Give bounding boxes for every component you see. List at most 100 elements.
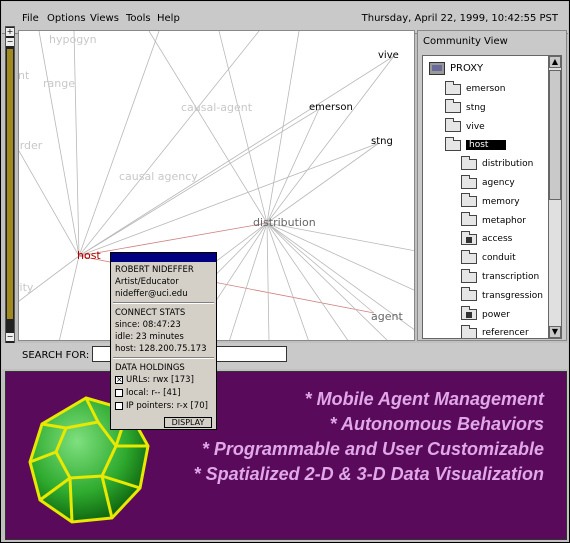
node-emerson[interactable]: emerson (309, 102, 353, 113)
holding-label: IP pointers: r-x [70] (126, 401, 208, 411)
graph-link (266, 222, 414, 291)
scroll-down-arrow-icon[interactable]: ▼ (549, 326, 561, 338)
zoom-out-button[interactable]: − (6, 38, 14, 46)
tree-item-label: emerson (466, 84, 506, 94)
graph-link (38, 31, 80, 257)
folder-icon (461, 287, 477, 302)
graph-link (266, 222, 270, 340)
display-button[interactable]: DISPLAY (164, 417, 212, 428)
tree-item-agency[interactable]: agency (461, 174, 515, 191)
checkbox-icon[interactable] (115, 388, 123, 397)
tree-item-host[interactable]: host (445, 136, 507, 153)
community-view-panel: Community View PROXY emerson stng vive host… (417, 30, 567, 341)
application-window: File Options Views Tools Help Thursday, … (0, 0, 570, 543)
feature-banner: * Mobile Agent Management * Autonomous B… (5, 371, 567, 540)
graph-link (78, 55, 395, 257)
folder-icon (445, 80, 461, 95)
scroll-thumb[interactable] (549, 70, 561, 200)
tree-item-access[interactable]: access (461, 230, 512, 247)
graph-link (78, 31, 160, 257)
tree-item-emerson[interactable]: emerson (445, 80, 506, 97)
node-agent[interactable]: agent (371, 310, 403, 323)
graph-link (78, 108, 320, 257)
search-label: SEARCH FOR: (22, 350, 90, 361)
feature-line: * Spatialized 2-D & 3-D Data Visualizati… (193, 464, 544, 484)
user-info-popup[interactable]: ROBERT NIDEFFER Artist/Educator nideffer… (110, 252, 217, 430)
zoom-reset-button[interactable]: − (6, 333, 14, 341)
holding-urls[interactable]: × URLs: rwx [173] (115, 375, 194, 385)
scroll-up-arrow-icon[interactable]: ▲ (549, 56, 561, 68)
user-role: Artist/Educator (115, 277, 179, 287)
graph-link (266, 222, 388, 340)
folder-icon (461, 155, 477, 170)
tree-item-label: agency (482, 178, 515, 188)
feature-line: * Autonomous Behaviors (329, 414, 544, 434)
checkbox-icon[interactable] (115, 401, 123, 410)
tree-item-conduit[interactable]: conduit (461, 249, 516, 266)
menu-tools[interactable]: Tools (126, 13, 151, 24)
holding-ip-pointers[interactable]: IP pointers: r-x [70] (115, 401, 208, 411)
graph-links (19, 31, 414, 340)
tree-item-stng[interactable]: stng (445, 99, 486, 116)
folder-icon (445, 118, 461, 133)
menu-options[interactable]: Options (47, 13, 86, 24)
tree-item-distribution[interactable]: distribution (461, 155, 534, 172)
tree-scrollbar[interactable]: ▲ ▼ (548, 55, 562, 339)
folder-icon (461, 212, 477, 227)
folder-icon (461, 249, 477, 264)
computer-icon (429, 61, 445, 75)
zoom-slider-track[interactable] (7, 49, 13, 319)
locked-folder-icon (461, 230, 477, 245)
tree-item-referencer[interactable]: referencer (461, 324, 529, 339)
connect-idle: idle: 23 minutes (115, 332, 184, 342)
tree-item-transcription[interactable]: transcription (461, 268, 540, 285)
search-bar: SEARCH FOR: (2, 343, 568, 369)
menu-views[interactable]: Views (90, 13, 119, 24)
tree-item-vive[interactable]: vive (445, 118, 485, 135)
popup-titlebar[interactable] (111, 253, 216, 262)
data-holdings-title: DATA HOLDINGS (115, 363, 185, 373)
tree-item-label: memory (482, 196, 520, 207)
folder-icon (461, 268, 477, 283)
holding-local[interactable]: local: r-- [41] (115, 388, 181, 398)
tree-item-memory[interactable]: memory (461, 193, 520, 210)
feature-line: * Programmable and User Customizable (201, 439, 544, 459)
zoom-in-button[interactable]: + (6, 28, 14, 36)
zoom-slider[interactable]: + − − (5, 26, 15, 344)
holding-label: local: r-- [41] (126, 388, 181, 398)
tree-root-label: PROXY (450, 62, 484, 74)
tree-root-proxy[interactable]: PROXY (429, 60, 483, 76)
tree-item-label: stng (466, 102, 486, 113)
connect-since: since: 08:47:23 (115, 320, 181, 330)
community-tree[interactable]: PROXY emerson stng vive host distribution age… (422, 55, 551, 339)
node-stng[interactable]: stng (371, 136, 393, 147)
menu-help[interactable]: Help (157, 13, 180, 24)
folder-icon (461, 193, 477, 208)
feature-line: * Mobile Agent Management (304, 389, 544, 409)
graph-link (229, 222, 268, 340)
tree-item-label: distribution (482, 159, 534, 170)
holding-label: URLs: rwx [173] (126, 375, 194, 385)
tree-item-metaphor[interactable]: metaphor (461, 212, 526, 229)
folder-icon (461, 174, 477, 189)
tree-item-label: conduit (482, 253, 516, 264)
connect-stats-title: CONNECT STATS (115, 308, 186, 318)
connect-host: host: 128.200.75.173 (115, 344, 207, 354)
graph-link (266, 142, 380, 224)
graph-link (266, 31, 300, 224)
datetime-display: Thursday, April 22, 1999, 10:42:55 PST (361, 13, 558, 24)
node-distribution[interactable]: distribution (253, 216, 316, 229)
checkbox-checked-icon[interactable]: × (115, 375, 123, 384)
tree-item-label: transcription (482, 272, 540, 282)
menu-file[interactable]: File (22, 13, 39, 24)
ghost-node: range (43, 77, 75, 90)
graph-link (148, 31, 268, 224)
ghost-node: causal agency (119, 170, 198, 183)
node-host[interactable]: host (77, 249, 101, 262)
tree-item-label: transgression (482, 290, 543, 301)
tree-item-transgression[interactable]: transgression (461, 287, 543, 304)
node-vive[interactable]: vive (378, 50, 399, 61)
tree-item-label: referencer (482, 328, 529, 339)
tree-item-power[interactable]: power (461, 306, 510, 323)
ghost-node: int (18, 69, 30, 82)
